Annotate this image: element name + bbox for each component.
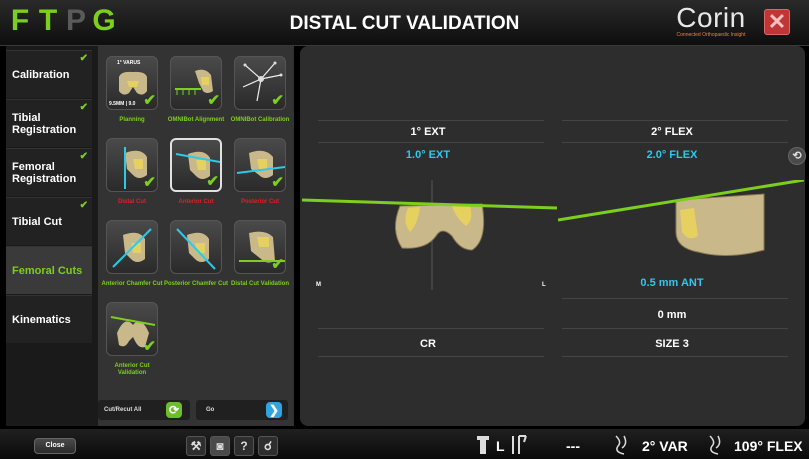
nav-item-calibration[interactable]: Calibration ✔	[6, 50, 92, 98]
close-window-icon[interactable]: ✕	[764, 9, 790, 35]
planning-varus-text: 1° VARUS	[117, 60, 141, 66]
nav-item-label: Calibration	[12, 68, 70, 81]
step-planning-label: Planning	[119, 117, 145, 123]
lateral-marker: L	[542, 282, 546, 288]
step-omnibot-calibration-tile[interactable]: ✔	[234, 56, 286, 110]
corin-logo: Corin Connected Orthopaedic Insight	[676, 4, 746, 40]
check-icon: ✔	[143, 174, 156, 191]
step-posterior-chamfer-cut-label: Posterior Chamfer Cut	[164, 281, 229, 287]
rotate-view-icon[interactable]: ⟲	[788, 147, 806, 165]
step-distal-cut-tile[interactable]: ✔	[106, 138, 158, 192]
nav-item-label: Kinematics	[12, 313, 71, 326]
divider	[318, 328, 544, 329]
check-icon: ✔	[207, 92, 220, 109]
nav-item-tibial-registration[interactable]: Tibial Registration ✔	[6, 99, 92, 147]
nav-item-femoral-cuts[interactable]: Femoral Cuts	[6, 246, 92, 294]
divider	[318, 120, 544, 121]
step-omnibot-calibration-label: OMNIBot Calibration	[230, 117, 290, 123]
check-icon: ✔	[206, 173, 219, 190]
varus-value: 2° VAR	[642, 438, 688, 454]
divider	[562, 120, 788, 121]
gap-value: ---	[566, 438, 580, 454]
check-icon: ✔	[271, 92, 284, 109]
divider	[562, 356, 788, 357]
header-bar: FTPG DISTAL CUT VALIDATION Corin Connect…	[0, 0, 809, 46]
cut-depth: 0 mm	[657, 309, 687, 321]
nav-item-label: Tibial Registration	[12, 111, 77, 136]
step-anterior-chamfer-cut-tile[interactable]	[106, 220, 158, 274]
check-icon: ✔	[79, 53, 88, 64]
sagittal-femur-view	[558, 180, 804, 257]
step-posterior-cut-label: Posterior Cut	[240, 199, 279, 205]
anterior-offset: 0.5 mm ANT	[640, 277, 704, 289]
step-distal-cut-validation-tile[interactable]: ✔	[234, 220, 286, 274]
right-planned-angle: 2° FLEX	[651, 126, 693, 138]
check-icon: ✔	[143, 338, 156, 355]
check-icon: ✔	[79, 151, 88, 162]
divider	[318, 356, 544, 357]
divider	[562, 328, 788, 329]
implant-size: SIZE 3	[655, 338, 689, 350]
help-icon[interactable]: ?	[234, 436, 254, 456]
step-distal-cut-label: Distal Cut	[117, 199, 146, 205]
nav-item-femoral-registration[interactable]: Femoral Registration ✔	[6, 148, 92, 196]
flexion-icon	[709, 435, 721, 455]
leg-alignment-icon	[512, 435, 527, 454]
camera-icon[interactable]: ◙	[210, 436, 230, 456]
check-icon: ✔	[143, 92, 156, 109]
step-anterior-cut-validation-tile[interactable]: ✔	[106, 302, 158, 356]
step-anterior-cut-label: Anterior Cut	[178, 199, 214, 205]
brand-tagline: Connected Orthopaedic Insight	[676, 32, 746, 38]
divider	[562, 142, 788, 143]
check-icon: ✔	[79, 200, 88, 211]
app-window: FTPG DISTAL CUT VALIDATION Corin Connect…	[0, 0, 809, 459]
settings-icon[interactable]: ☌	[258, 436, 278, 456]
check-icon: ✔	[271, 174, 284, 191]
nav-item-kinematics[interactable]: Kinematics	[6, 295, 92, 343]
step-anterior-chamfer-cut-label: Anterior Chamfer Cut	[101, 281, 163, 287]
nav-item-label: Tibial Cut	[12, 215, 62, 228]
close-button[interactable]: Close	[34, 438, 76, 454]
divider	[318, 142, 544, 143]
check-icon: ✔	[271, 256, 284, 273]
planning-resection-text: 9.5MM | 9.0	[109, 101, 136, 107]
step-planning-tile[interactable]: 1° VARUS 9.5MM | 9.0 ✔	[106, 56, 158, 110]
nav-item-label: Femoral Cuts	[12, 264, 83, 277]
right-actual-angle: 2.0° FLEX	[646, 149, 698, 161]
step-omnibot-alignment-label: OMNIBot Alignment	[167, 117, 225, 123]
check-icon: ✔	[79, 102, 88, 113]
left-actual-angle: 1.0° EXT	[405, 149, 451, 161]
operative-side: L	[496, 438, 505, 454]
medial-marker: M	[316, 282, 321, 288]
nav-item-tibial-cut[interactable]: Tibial Cut ✔	[6, 197, 92, 245]
varus-icon	[615, 435, 627, 455]
go-button[interactable]: ❯	[266, 402, 282, 418]
left-planned-angle: 1° EXT	[410, 126, 446, 138]
step-posterior-cut-tile[interactable]: ✔	[234, 138, 286, 192]
step-distal-cut-validation-label: Distal Cut Validation	[230, 281, 289, 287]
tools-icon[interactable]: ⚒	[186, 436, 206, 456]
divider	[562, 298, 788, 299]
brand-name: Corin	[676, 2, 746, 33]
implant-type: CR	[420, 338, 436, 350]
flexion-value: 109° FLEX	[734, 438, 803, 454]
leg-icon	[477, 436, 489, 454]
step-anterior-cut-validation-label: Anterior Cut Validation	[114, 363, 150, 376]
step-anterior-cut-tile[interactable]: ✔	[170, 138, 222, 192]
step-posterior-chamfer-cut-tile[interactable]	[170, 220, 222, 274]
step-omnibot-alignment-tile[interactable]: ✔	[170, 56, 222, 110]
recut-all-button[interactable]: ⟳	[166, 402, 182, 418]
frontal-femur-view	[302, 180, 557, 290]
nav-item-label: Femoral Registration	[12, 160, 77, 185]
